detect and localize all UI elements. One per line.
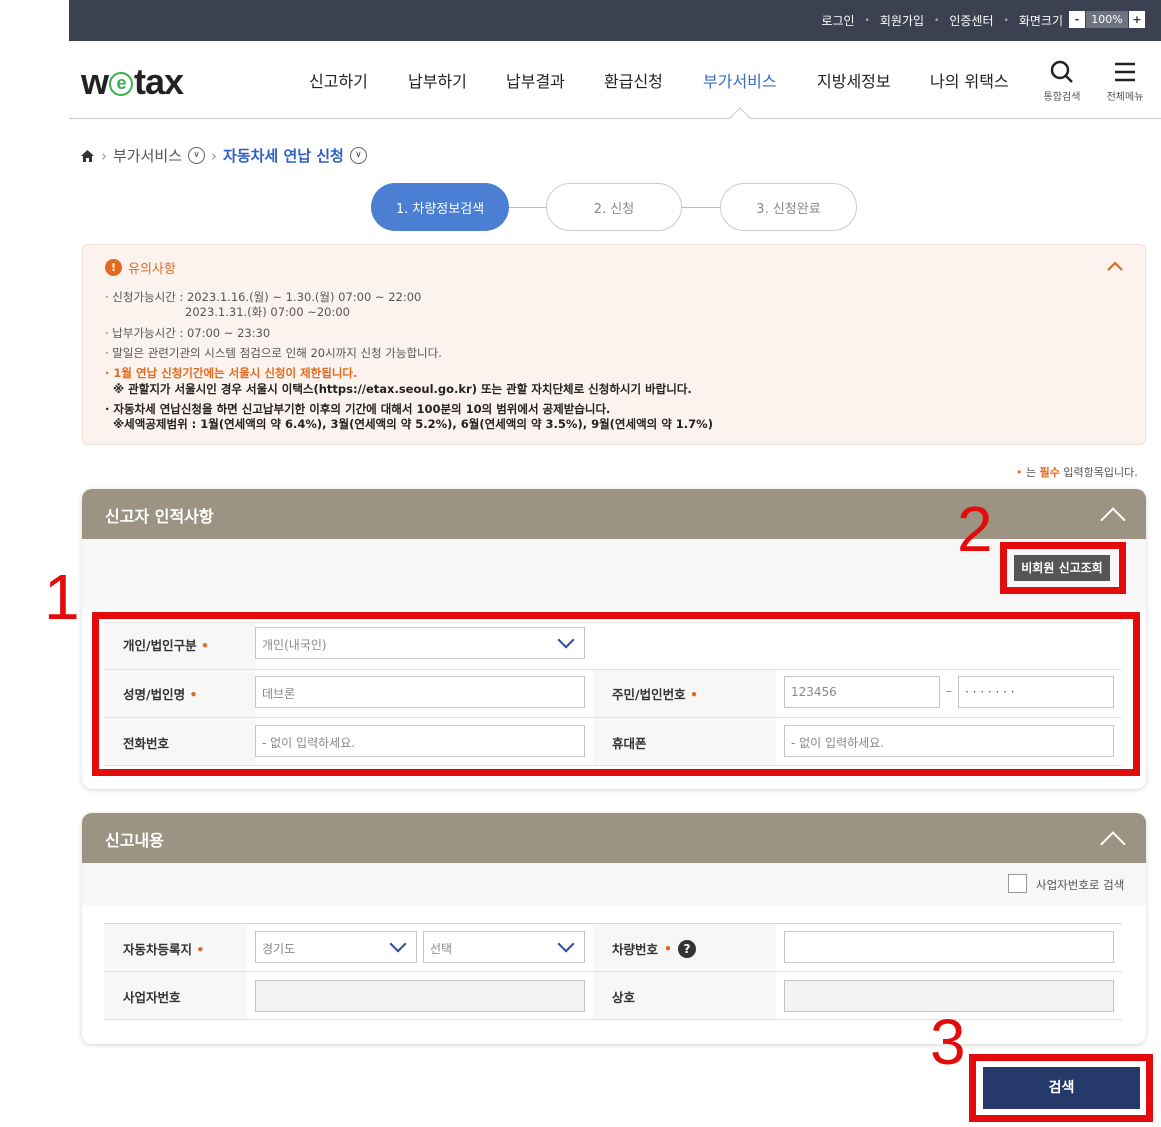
report-card-header[interactable]: 신고내용 [82,813,1146,863]
nav-item-extra-services[interactable]: 부가서비스 [703,68,777,92]
breadcrumb-level2[interactable]: 자동차세 연납 신청 [223,145,344,166]
annotation-number-3: 3 [930,1006,966,1078]
required-note: • 는 필수 입력항목입니다. [1016,466,1138,479]
notice-line: ※세액공제범위 : 1월(연세액의 약 6.4%), 3월(연세액의 약 5.2… [113,417,713,431]
subregion-select[interactable]: 선택 [423,931,585,963]
annotation-number-2: 2 [957,493,993,565]
report-toolbar [82,863,1146,905]
nav-item-local-tax-info[interactable]: 지방세정보 [817,68,891,92]
car-region-label: 자동차등록지 • [123,942,205,957]
signup-link[interactable]: 회원가입 [880,12,924,29]
hamburger-icon [1115,62,1135,82]
nav-item-report[interactable]: 신고하기 [309,68,368,92]
all-menu-button[interactable]: 전체메뉴 [1100,59,1150,103]
step-2: 2. 신청 [546,183,682,231]
login-link[interactable]: 로그인 [821,12,854,29]
company-label: 상호 [612,990,636,1005]
notice-line: · 말일은 관련기관의 시스템 점검으로 인해 20시까지 신청 가능합니다. [105,346,442,360]
car-number-input[interactable] [784,931,1114,963]
zoom-out-button[interactable]: - [1069,11,1085,28]
car-number-label: 차량번호 • ? [612,939,697,958]
main-navigation: w e tax 신고하기 납부하기 납부결과 환급신청 부가서비스 지방세정보 나의… [69,41,1161,120]
nav-item-refund[interactable]: 환급신청 [604,68,663,92]
notice-line-warning: · 1월 연납 신청기간에는 서울시 신청이 제한됩니다. [105,366,358,380]
report-content-card: 신고내용 사업자번호로 검색 자동차등록지 • 경기도 선택 차량번호 • ? 사… [82,813,1146,1044]
step-connector [509,207,546,208]
wetax-logo[interactable]: w e tax [81,61,184,103]
zoom-level: 100% [1086,11,1128,28]
notice-box: ! 유의사항 · 신청가능시간 : 2023.1.16.(월) ~ 1.30.(월… [82,244,1146,445]
zoom-in-button[interactable]: + [1129,11,1145,28]
notice-title: ! 유의사항 [105,258,176,277]
search-nav-label: 통합검색 [1043,92,1081,103]
annotation-number-1: 1 [44,561,80,633]
all-menu-label: 전체메뉴 [1106,92,1144,103]
separator-dot: • [864,15,870,26]
notice-line: · 자동차세 연납신청을 하면 신고납부기한 이후의 기간에 대해서 100분의… [105,402,611,416]
chevron-down-icon[interactable]: ∨ [188,147,206,164]
cert-center-link[interactable]: 인증센터 [949,12,993,29]
biz-search-checkbox[interactable] [1008,874,1027,893]
biz-number-label: 사업자번호 [123,990,181,1005]
home-icon[interactable] [80,149,95,163]
help-icon[interactable]: ? [678,939,697,958]
breadcrumb: › 부가서비스 ∨ › 자동차세 연납 신청 ∨ [80,145,367,166]
annotation-box-2 [1000,542,1126,594]
annotation-box-3 [969,1054,1153,1122]
notice-line: · 납부가능시간 : 07:00 ~ 23:30 [105,326,271,340]
active-indicator-caret [729,107,751,120]
region-select[interactable]: 경기도 [255,931,417,963]
nav-item-pay-result[interactable]: 납부결과 [506,68,565,92]
step-3: 3. 신청완료 [720,183,857,231]
search-icon [1050,60,1073,83]
chevron-down-icon[interactable]: ∨ [349,147,367,164]
collapse-chevron-up-icon[interactable] [1107,261,1123,271]
step-connector [682,207,720,208]
separator-dot: • [1003,15,1009,26]
nav-item-my-wetax[interactable]: 나의 위택스 [930,68,1009,92]
collapse-chevron-up-icon[interactable] [1100,831,1126,857]
chevron-right-icon: › [211,146,218,165]
chevron-right-icon: › [101,146,107,165]
search-nav-button[interactable]: 통합검색 [1037,59,1087,103]
reporter-card-title: 신고자 인적사항 [105,507,214,526]
exclamation-icon: ! [105,259,122,276]
utility-links: 로그인 • 회원가입 • 인증센터 • 화면크기 [821,12,1063,29]
biz-search-label: 사업자번호로 검색 [1036,878,1125,892]
notice-line: 2023.1.31.(화) 07:00 ~20:00 [185,305,350,319]
screen-size-label: 화면크기 [1018,14,1063,28]
breadcrumb-level1[interactable]: 부가서비스 [113,145,182,166]
top-utility-bar: 로그인 • 회원가입 • 인증센터 • 화면크기 - 100% + [69,0,1161,41]
separator-dot: • [934,15,940,26]
step-1-active: 1. 차량정보검색 [371,183,509,231]
notice-line: ※ 관할지가 서울시인 경우 서울시 이택스(https://etax.seou… [113,382,692,396]
biz-number-input [255,980,585,1012]
nav-item-pay[interactable]: 납부하기 [408,68,467,92]
collapse-chevron-up-icon[interactable] [1100,507,1126,533]
report-card-title: 신고내용 [105,831,164,850]
notice-line: · 신청가능시간 : 2023.1.16.(월) ~ 1.30.(월) 07:0… [105,290,422,304]
annotation-box-1 [92,612,1140,776]
